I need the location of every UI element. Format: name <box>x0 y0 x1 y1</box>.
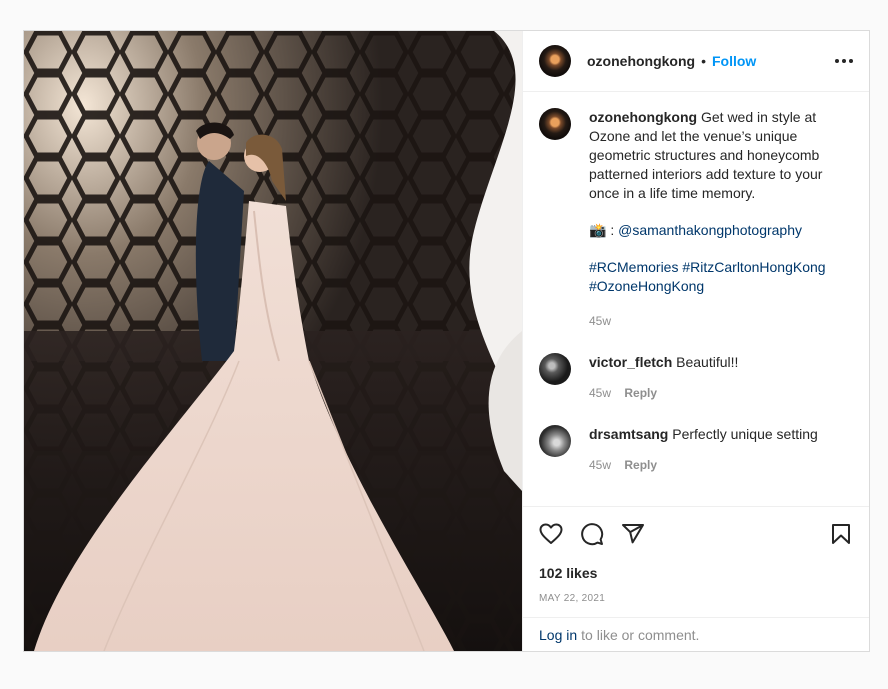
follow-button[interactable]: Follow <box>712 53 756 69</box>
action-icons <box>539 517 853 551</box>
bookmark-icon[interactable] <box>829 522 853 546</box>
post-photo[interactable] <box>24 31 522 651</box>
hashtag-link[interactable]: #OzoneHongKong <box>589 278 704 294</box>
post-header: ozonehongkong • Follow <box>523 31 869 92</box>
caption-meta: 45w <box>589 312 853 331</box>
post-sidebar: ozonehongkong • Follow ozonehongkong Get… <box>522 31 869 651</box>
caption-row: ozonehongkong Get wed in style at Ozone … <box>539 108 853 331</box>
paper-plane-icon[interactable] <box>621 522 645 546</box>
hashtags: #RCMemories #RitzCarltonHongKong #OzoneH… <box>589 258 853 296</box>
credit-separator: : <box>610 222 615 238</box>
hashtag-link[interactable]: #RitzCarltonHongKong <box>682 259 825 275</box>
camera-icon: 📸 <box>589 222 607 238</box>
comment-age[interactable]: 45w <box>589 386 611 400</box>
caption-body: ozonehongkong Get wed in style at Ozone … <box>589 108 853 331</box>
comments-section: ozonehongkong Get wed in style at Ozone … <box>523 92 869 506</box>
credit-handle-link[interactable]: @samanthakongphotography <box>618 222 802 238</box>
more-options-icon[interactable] <box>835 53 853 69</box>
post-card: ozonehongkong • Follow ozonehongkong Get… <box>23 30 870 652</box>
comment-username[interactable]: victor_fletch <box>589 354 672 370</box>
reply-button[interactable]: Reply <box>624 386 657 400</box>
comment-body: drsamtsang Perfectly unique setting 45w … <box>589 425 818 475</box>
likes-count[interactable]: 102 likes <box>539 565 853 581</box>
login-text: to like or comment. <box>581 626 700 643</box>
comment-text: Beautiful!! <box>676 354 739 370</box>
comment-body: victor_fletch Beautiful!! 45w Reply <box>589 353 738 403</box>
reply-button[interactable]: Reply <box>624 458 657 472</box>
login-prompt: Log in to like or comment. <box>523 617 869 651</box>
commenter-avatar[interactable] <box>539 353 571 385</box>
post-actions: 102 likes MAY 22, 2021 <box>523 506 869 617</box>
caption-age[interactable]: 45w <box>589 314 611 328</box>
comment-text: Perfectly unique setting <box>672 426 818 442</box>
photo-credit: 📸 : @samanthakongphotography <box>589 221 853 240</box>
comment-meta: 45w Reply <box>589 456 818 475</box>
comment-bubble-icon[interactable] <box>580 522 604 546</box>
caption-username[interactable]: ozonehongkong <box>589 109 697 125</box>
comment-row: drsamtsang Perfectly unique setting 45w … <box>539 425 853 475</box>
author-username[interactable]: ozonehongkong <box>587 53 695 69</box>
post-date[interactable]: MAY 22, 2021 <box>539 593 853 604</box>
header-separator: • <box>701 53 706 69</box>
wedding-photo-image <box>24 31 522 651</box>
comment-meta: 45w Reply <box>589 384 738 403</box>
hashtag-link[interactable]: #RCMemories <box>589 259 678 275</box>
comment-username[interactable]: drsamtsang <box>589 426 668 442</box>
comment-age[interactable]: 45w <box>589 458 611 472</box>
comment-row: victor_fletch Beautiful!! 45w Reply <box>539 353 853 403</box>
login-link[interactable]: Log in <box>539 627 577 643</box>
heart-icon[interactable] <box>539 522 563 546</box>
commenter-avatar[interactable] <box>539 425 571 457</box>
caption-avatar[interactable] <box>539 108 571 140</box>
author-avatar[interactable] <box>539 45 571 77</box>
